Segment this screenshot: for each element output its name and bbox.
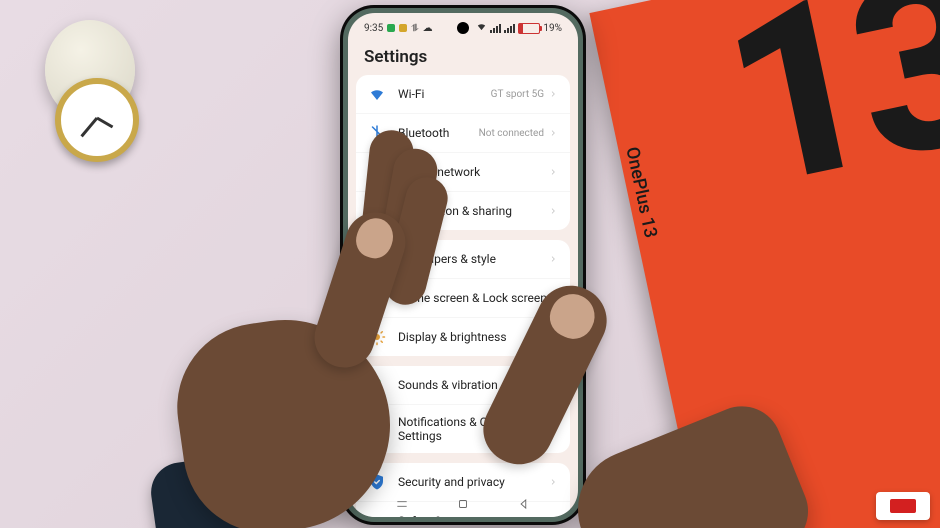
shield-icon (368, 473, 386, 491)
chevron-right-icon (548, 254, 558, 264)
cloud-icon: ☁ (423, 23, 433, 34)
camera-punch-hole (457, 22, 469, 34)
bell-icon (368, 376, 386, 394)
chevron-right-icon (548, 89, 558, 99)
row-value: GT sport 5G (491, 89, 544, 100)
chevron-right-icon (548, 477, 558, 487)
row-label: Security and privacy (398, 475, 548, 489)
status-extra-icon: ⥮ (411, 23, 418, 34)
chevron-right-icon (548, 293, 558, 303)
settings-list: Wi-FiGT sport 5GBluetoothNot connectedMo… (348, 75, 578, 517)
settings-row-home-lock[interactable]: Home screen & Lock screen (356, 278, 570, 317)
status-time: 9:35 (364, 23, 383, 34)
page-title: Settings (348, 35, 578, 75)
chevron-right-icon (548, 424, 558, 434)
row-label: Display & brightness (398, 330, 548, 344)
navigation-bar (348, 491, 578, 517)
row-label: Home screen & Lock screen (398, 291, 548, 305)
signal-bars-icon (490, 24, 501, 33)
settings-group: Sounds & vibration Notifications & Quick … (356, 366, 570, 453)
settings-row-display[interactable]: Display & brightness (356, 317, 570, 356)
battery-percent: 19% (543, 23, 562, 34)
chevron-right-icon (548, 380, 558, 390)
row-label: Sounds & vibration (398, 378, 548, 392)
channel-logo (876, 492, 930, 520)
settings-row-notifications[interactable]: Notifications & Quick Settings (356, 404, 570, 453)
chevron-right-icon (548, 167, 558, 177)
grid-icon (368, 289, 386, 307)
settings-row-wallpapers[interactable]: Wallpapers & style (356, 240, 570, 278)
settings-row-bluetooth[interactable]: BluetoothNot connected (356, 113, 570, 152)
scene: OnePlus 13 13 9:35 ⥮ ☁ (0, 0, 940, 528)
sliders-icon (368, 420, 386, 438)
row-value: Not connected (479, 128, 544, 139)
row-label: Wallpapers & style (398, 252, 548, 266)
row-label: Notifications & Quick Settings (398, 415, 548, 443)
wifi-status-icon (476, 21, 487, 35)
desk-clock (35, 20, 145, 170)
chevron-right-icon (548, 128, 558, 138)
settings-row-wifi[interactable]: Wi-FiGT sport 5G (356, 75, 570, 113)
row-label: Mobile network (398, 165, 548, 179)
nav-recent-button[interactable] (395, 497, 409, 511)
chevron-right-icon (548, 206, 558, 216)
nav-home-button[interactable] (456, 497, 470, 511)
palette-icon (368, 250, 386, 268)
signal-bars-icon-2 (504, 24, 515, 33)
settings-row-sounds[interactable]: Sounds & vibration (356, 366, 570, 404)
battery-icon (518, 23, 540, 34)
phone-frame: 9:35 ⥮ ☁ 19% Settings Wi-FiGT sp (340, 5, 586, 525)
share-icon (368, 202, 386, 220)
chevron-right-icon (548, 332, 558, 342)
status-indicator-green (387, 24, 395, 32)
wifi-icon (368, 85, 386, 103)
row-label: Bluetooth (398, 126, 479, 140)
row-label: Wi-Fi (398, 87, 491, 101)
nav-back-button[interactable] (517, 497, 531, 511)
status-indicator-yellow (399, 24, 407, 32)
settings-row-mobile-network[interactable]: Mobile network (356, 152, 570, 191)
sun-icon (368, 328, 386, 346)
settings-row-connection-sharing[interactable]: Connection & sharing (356, 191, 570, 230)
mobile-icon (368, 163, 386, 181)
box-number: 13 (703, 0, 940, 244)
settings-group: Wi-FiGT sport 5GBluetoothNot connectedMo… (356, 75, 570, 230)
phone-screen: 9:35 ⥮ ☁ 19% Settings Wi-FiGT sp (348, 13, 578, 517)
settings-group: Wallpapers & style Home screen & Lock scr… (356, 240, 570, 356)
row-label: Connection & sharing (398, 204, 548, 218)
bluetooth-icon (368, 124, 386, 142)
